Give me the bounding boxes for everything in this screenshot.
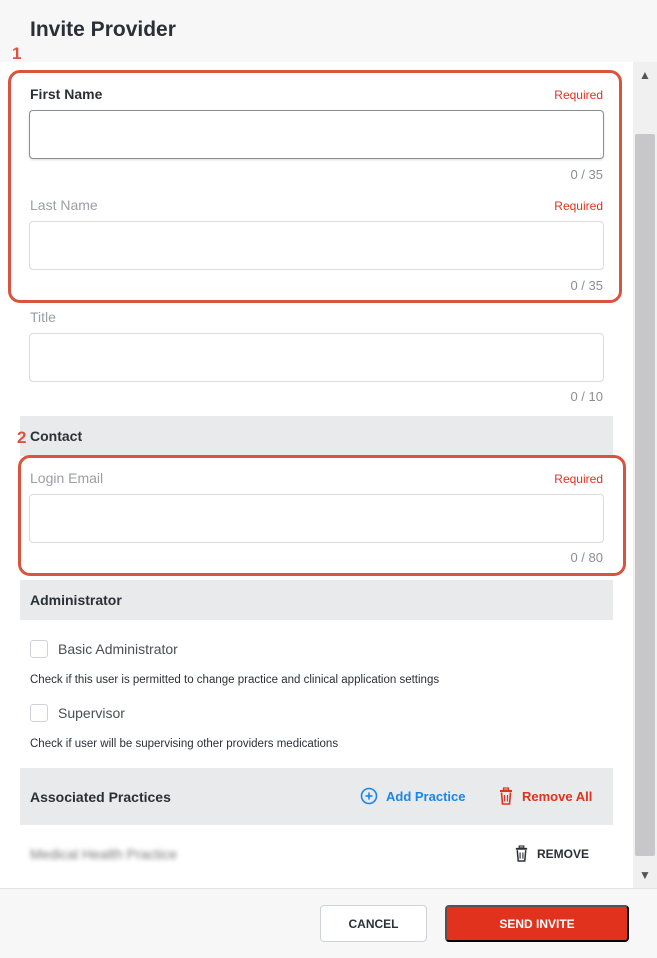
trash-icon [500, 787, 512, 805]
basic-admin-help: Check if this user is permitted to chang… [30, 674, 440, 686]
annotation-box-2 [18, 455, 626, 576]
administrator-section-header: Administrator [20, 580, 613, 620]
scroll-down-icon[interactable]: ▼ [633, 864, 657, 886]
add-practice-button[interactable]: Add Practice [360, 787, 465, 805]
basic-admin-label[interactable]: Basic Administrator [58, 641, 178, 657]
administrator-section-title: Administrator [30, 592, 122, 608]
trash-icon [515, 845, 528, 862]
plus-circle-icon [360, 787, 378, 805]
supervisor-help: Check if user will be supervising other … [30, 738, 339, 750]
cancel-button[interactable]: CANCEL [320, 905, 427, 942]
title-label: Title [30, 309, 56, 325]
send-invite-button[interactable]: SEND INVITE [445, 905, 629, 942]
remove-practice-button[interactable]: REMOVE [514, 845, 589, 862]
associated-practices-header: Associated Practices Add Practice Remove… [20, 768, 613, 825]
dialog-footer: CANCEL SEND INVITE [0, 888, 657, 958]
annotation-number-1: 1 [12, 44, 22, 63]
supervisor-label[interactable]: Supervisor [58, 705, 125, 721]
title-counter: 0 / 10 [570, 389, 603, 404]
practice-list-item: Medical Health Practice REMOVE [20, 838, 613, 872]
annotation-number-2: 2 [17, 428, 27, 447]
add-practice-label: Add Practice [386, 788, 466, 804]
title-input[interactable] [29, 333, 604, 382]
basic-admin-checkbox[interactable] [30, 640, 48, 658]
contact-section-header: Contact [20, 416, 613, 456]
remove-practice-label: REMOVE [537, 846, 590, 861]
annotation-box-1 [8, 70, 622, 303]
associated-practices-title: Associated Practices [30, 789, 171, 805]
remove-all-label: Remove All [522, 788, 593, 804]
dialog-title: Invite Provider [30, 18, 176, 41]
practice-name: Medical Health Practice [30, 846, 178, 862]
contact-section-title: Contact [30, 428, 83, 444]
scrollbar-thumb[interactable] [635, 134, 655, 856]
supervisor-checkbox[interactable] [30, 704, 48, 722]
remove-all-button[interactable]: Remove All [498, 787, 592, 805]
scroll-up-icon[interactable]: ▲ [633, 64, 657, 86]
dialog-header: Invite Provider [0, 0, 657, 62]
vertical-scrollbar[interactable]: ▲ ▼ [633, 62, 657, 888]
